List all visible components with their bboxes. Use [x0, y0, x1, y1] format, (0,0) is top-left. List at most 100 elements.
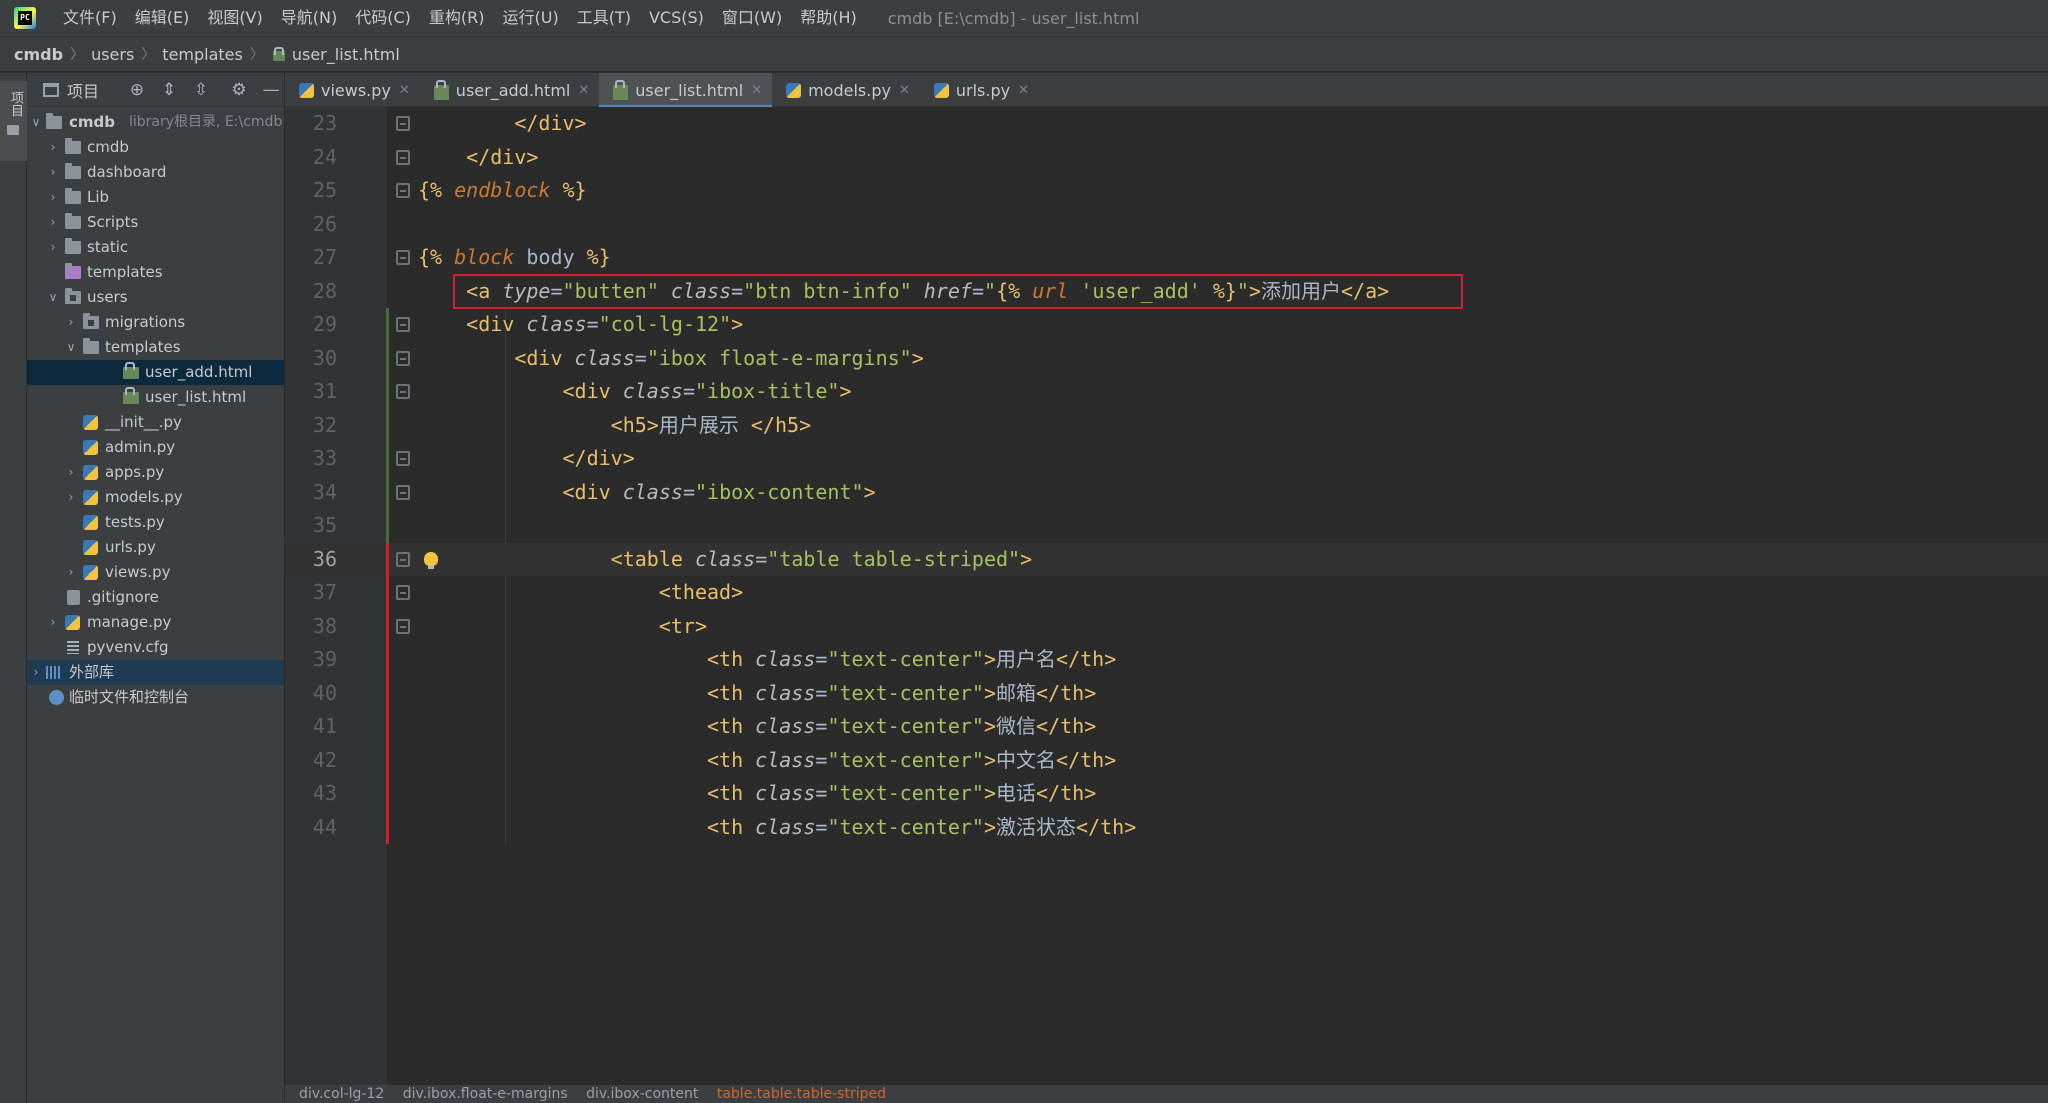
code-editor[interactable]: 23 </div> 24 </div> 25 {% endblock %} 26 27 {%… — [285, 107, 2048, 1085]
breadcrumb-users[interactable]: users — [91, 45, 134, 64]
line-number[interactable]: 40 — [285, 677, 337, 711]
fold-marker-icon[interactable] — [396, 317, 410, 332]
chevron-right-icon[interactable]: › — [30, 660, 42, 685]
code-text[interactable]: <div class="ibox-title"> — [418, 375, 852, 409]
code-line[interactable]: 41 <th class="text-center">微信</th> — [285, 710, 2048, 744]
code-text[interactable]: <table class="table table-striped"> — [418, 543, 1033, 577]
menu-code[interactable]: 代码(C) — [346, 0, 420, 36]
close-icon[interactable]: ✕ — [578, 83, 589, 98]
close-icon[interactable]: ✕ — [899, 83, 910, 98]
code-text[interactable]: <div class="col-lg-12"> — [418, 308, 743, 342]
code-line[interactable]: 24 </div> — [285, 141, 2048, 175]
code-text[interactable]: </div> — [418, 107, 586, 141]
menu-edit[interactable]: 编辑(E) — [126, 0, 199, 36]
fold-marker-icon[interactable] — [396, 551, 410, 567]
line-number[interactable]: 39 — [285, 643, 337, 677]
gear-icon[interactable]: ⚙ — [229, 80, 249, 100]
hide-icon[interactable]: — — [261, 80, 281, 100]
line-number[interactable]: 37 — [285, 576, 337, 610]
code-line[interactable]: 29 <div class="col-lg-12"> — [285, 308, 2048, 342]
expand-all-icon[interactable]: ⇕ — [159, 80, 179, 100]
code-text[interactable]: <th class="text-center">邮箱</th> — [418, 677, 1096, 711]
fold-marker-icon[interactable] — [396, 484, 410, 500]
editor-crumb[interactable]: div.ibox.float-e-margins — [403, 1086, 568, 1102]
tree-item-admin-py[interactable]: admin.py — [27, 435, 284, 460]
code-line[interactable]: 35 — [285, 509, 2048, 543]
chevron-right-icon[interactable]: › — [47, 185, 59, 210]
tree-item-manage-py[interactable]: › manage.py — [27, 610, 284, 635]
line-number[interactable]: 44 — [285, 811, 337, 845]
tree-item-lib[interactable]: › Lib — [27, 185, 284, 210]
close-icon[interactable]: ✕ — [1018, 83, 1029, 98]
code-line[interactable]: 37 <thead> — [285, 576, 2048, 610]
code-line[interactable]: 36 <table class="table table-striped"> — [285, 542, 2048, 577]
breadcrumb-project[interactable]: cmdb — [14, 45, 63, 64]
line-number[interactable]: 34 — [285, 476, 337, 510]
chevron-right-icon[interactable]: › — [65, 460, 77, 485]
code-text[interactable]: </div> — [418, 442, 635, 476]
code-text[interactable]: </div> — [418, 141, 538, 175]
code-text[interactable]: <thead> — [418, 576, 743, 610]
menu-window[interactable]: 窗口(W) — [713, 0, 791, 36]
tab-urls-py[interactable]: urls.py ✕ — [920, 73, 1039, 107]
breadcrumb-file[interactable]: user_list.html — [292, 45, 400, 64]
tree-item-templates[interactable]: ∨ templates — [27, 335, 284, 360]
fold-marker-icon[interactable] — [396, 585, 410, 600]
code-text[interactable]: <th class="text-center">激活状态</th> — [418, 811, 1136, 845]
line-number[interactable]: 38 — [285, 610, 337, 644]
tree-item-models-py[interactable]: › models.py — [27, 485, 284, 510]
code-line[interactable]: 30 <div class="ibox float-e-margins"> — [285, 342, 2048, 376]
tab-user-list-html[interactable]: user_list.html ✕ — [599, 73, 773, 108]
fold-marker-icon[interactable] — [396, 451, 410, 466]
chevron-right-icon[interactable]: › — [47, 160, 59, 185]
fold-marker-icon[interactable] — [396, 384, 410, 399]
menu-refactor[interactable]: 重构(R) — [420, 0, 494, 36]
chevron-right-icon[interactable]: › — [47, 210, 59, 235]
project-panel-title[interactable]: 项目 — [67, 78, 99, 102]
tree-item-users[interactable]: ∨ users — [27, 285, 284, 310]
tree-item-user-add-html[interactable]: user_add.html — [27, 360, 284, 385]
tree-item-views-py[interactable]: › views.py — [27, 560, 284, 585]
menu-navigate[interactable]: 导航(N) — [272, 0, 346, 36]
line-number[interactable]: 42 — [285, 744, 337, 778]
fold-marker-icon[interactable] — [396, 250, 410, 265]
chevron-right-icon[interactable]: › — [47, 235, 59, 260]
line-number[interactable]: 28 — [285, 275, 337, 309]
code-text[interactable]: <tr> — [418, 610, 707, 644]
code-text[interactable]: <th class="text-center">中文名</th> — [418, 744, 1116, 778]
fold-marker-icon[interactable] — [396, 183, 410, 198]
chevron-down-icon[interactable]: ∨ — [47, 285, 59, 310]
code-text[interactable]: <th class="text-center">微信</th> — [418, 710, 1096, 744]
code-line[interactable]: 40 <th class="text-center">邮箱</th> — [285, 677, 2048, 711]
code-line[interactable]: 26 — [285, 208, 2048, 242]
line-number[interactable]: 24 — [285, 141, 337, 175]
menu-help[interactable]: 帮助(H) — [791, 0, 866, 36]
chevron-right-icon[interactable]: › — [65, 560, 77, 585]
code-text[interactable]: <div class="ibox float-e-margins"> — [418, 342, 923, 376]
line-number[interactable]: 41 — [285, 710, 337, 744]
line-number[interactable]: 31 — [285, 375, 337, 409]
code-text[interactable]: <th class="text-center">用户名</th> — [418, 643, 1116, 677]
locate-icon[interactable]: ⊕ — [127, 80, 147, 100]
tab-models-py[interactable]: models.py ✕ — [772, 73, 920, 107]
fold-marker-icon[interactable] — [396, 116, 410, 131]
code-line[interactable]: 38 <tr> — [285, 610, 2048, 644]
line-number[interactable]: 26 — [285, 208, 337, 242]
tree-item-pyvenv-cfg[interactable]: pyvenv.cfg — [27, 635, 284, 660]
line-number[interactable]: 36 — [285, 543, 337, 577]
tree-item-static[interactable]: › static — [27, 235, 284, 260]
chevron-right-icon[interactable]: › — [47, 135, 59, 160]
tree-item-templates-root[interactable]: templates — [27, 260, 284, 285]
code-line[interactable]: 27 {% block body %} — [285, 241, 2048, 275]
code-line[interactable]: 25 {% endblock %} — [285, 174, 2048, 208]
menu-tools[interactable]: 工具(T) — [568, 0, 640, 36]
collapse-all-icon[interactable]: ⇳ — [191, 80, 211, 100]
tree-item-cmdb-root[interactable]: ∨ cmdb library根目录, E:\cmdb — [27, 110, 284, 135]
code-text[interactable]: <div class="ibox-content"> — [418, 476, 876, 510]
tree-item-user-list-html[interactable]: user_list.html — [27, 385, 284, 410]
code-line[interactable]: 42 <th class="text-center">中文名</th> — [285, 744, 2048, 778]
code-line[interactable]: 31 <div class="ibox-title"> — [285, 375, 2048, 409]
tree-item-apps-py[interactable]: › apps.py — [27, 460, 284, 485]
tree-item-gitignore[interactable]: .gitignore — [27, 585, 284, 610]
chevron-down-icon[interactable]: ∨ — [30, 110, 42, 135]
